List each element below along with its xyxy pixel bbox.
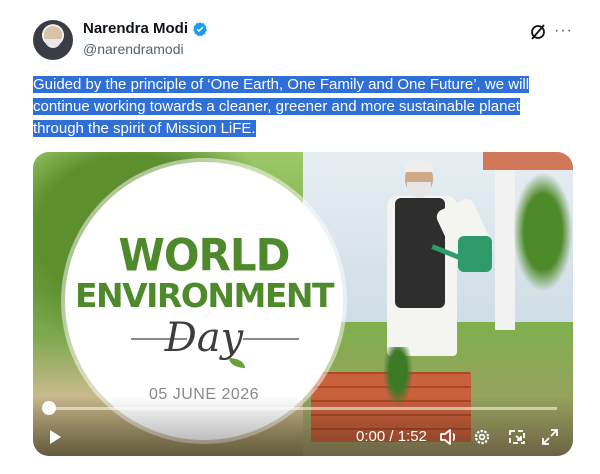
background-tree-right xyxy=(513,172,573,292)
author-name-row: Narendra Modi xyxy=(83,20,208,37)
tweet-text-selection: Guided by the principle of ‘One Earth, O… xyxy=(33,76,530,137)
video-scrubber-handle[interactable] xyxy=(42,401,56,415)
watering-can xyxy=(458,236,492,272)
graphic-rule-right xyxy=(243,338,299,340)
background-roof xyxy=(483,152,573,170)
gear-icon[interactable] xyxy=(473,428,491,446)
play-icon[interactable] xyxy=(50,430,61,444)
background-pillar xyxy=(495,170,515,330)
video-progress-bar[interactable] xyxy=(49,407,557,410)
tweet-media-video[interactable]: WORLD ENVIRONMENT Day 05 JUNE 2026 0:00 … xyxy=(33,152,573,456)
fullscreen-icon[interactable] xyxy=(541,428,559,446)
graphic-line-day: Day xyxy=(164,315,244,361)
author-name[interactable]: Narendra Modi xyxy=(83,20,188,37)
author-handle[interactable]: @narendramodi xyxy=(83,41,184,57)
video-time: 0:00 / 1:52 xyxy=(356,428,427,445)
avatar[interactable] xyxy=(33,20,73,60)
volume-icon[interactable] xyxy=(439,428,459,446)
graphic-line-environment: ENVIRONMENT xyxy=(74,276,335,315)
graphic-line-world: WORLD xyxy=(118,229,291,282)
grok-icon[interactable] xyxy=(528,22,548,42)
video-controls-shade xyxy=(33,396,573,456)
verified-badge-icon xyxy=(193,21,207,36)
more-icon[interactable]: ··· xyxy=(554,21,573,41)
tweet-text: Guided by the principle of ‘One Earth, O… xyxy=(33,74,568,140)
picture-in-picture-icon[interactable] xyxy=(507,428,527,446)
